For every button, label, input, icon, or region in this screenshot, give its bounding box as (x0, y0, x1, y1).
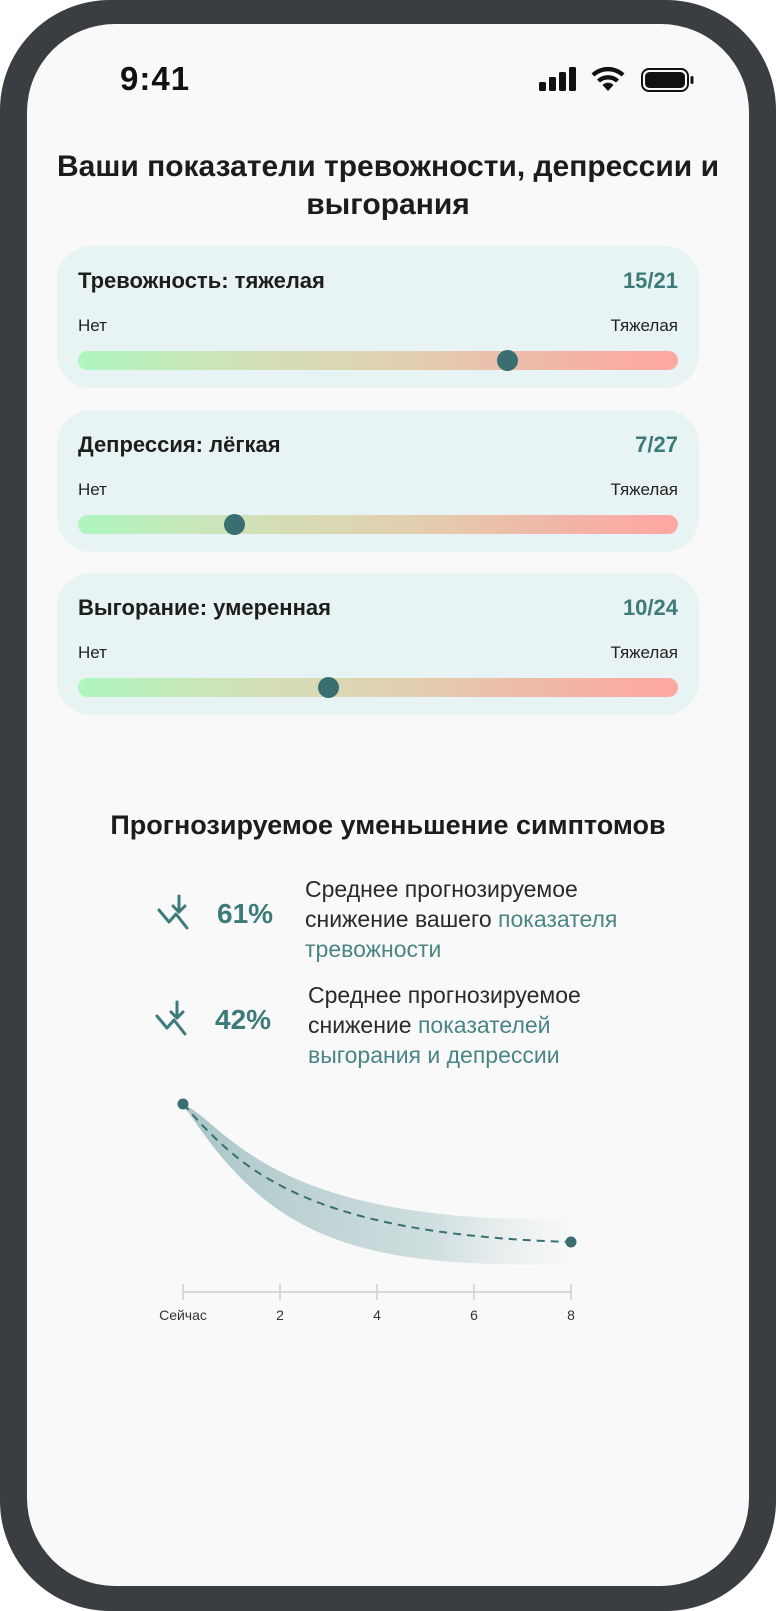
wifi-icon (591, 66, 625, 91)
forecast-start-point (177, 1098, 189, 1110)
scale-max-label: Тяжелая (610, 643, 678, 662)
x-axis-tick-label: 4 (373, 1307, 381, 1323)
x-axis-tick-label: 2 (276, 1307, 284, 1323)
score-card-value: 7/27 (635, 432, 678, 457)
page-title: Ваши показатели тревожности, депрессии и… (56, 150, 720, 221)
cellular-signal-icon (539, 67, 576, 91)
severity-bar (78, 515, 678, 534)
scale-min-label: Нет (78, 316, 107, 335)
severity-marker (496, 350, 518, 371)
phone-frame: 9:41 Ваши показатели тревожности, депрес… (0, 0, 776, 1611)
severity-bar (78, 351, 678, 370)
scale-max-label: Тяжелая (610, 316, 678, 335)
forecast-text: Среднее прогнозируемое снижение вашего п… (305, 874, 635, 964)
x-axis-tick-label: 6 (470, 1307, 478, 1323)
score-card-label: Депрессия: лёгкая (78, 432, 281, 457)
x-axis-tick-label: Сейчас (159, 1307, 207, 1323)
score-card-value: 15/21 (622, 268, 678, 293)
scale-min-label: Нет (78, 480, 107, 499)
battery-icon (641, 68, 694, 92)
severity-marker (318, 677, 339, 698)
status-time: 9:41 (120, 60, 191, 97)
forecast-percent: 61% (217, 898, 274, 929)
forecast-end-point (565, 1236, 577, 1248)
trending-down-icon (157, 894, 189, 930)
score-card-value: 10/24 (622, 595, 678, 620)
forecast-percent: 42% (215, 1004, 272, 1035)
screen: 9:41 Ваши показатели тревожности, депрес… (27, 24, 749, 1586)
score-card-label: Тревожность: тяжелая (78, 268, 325, 293)
scale-max-label: Тяжелая (610, 480, 678, 499)
trending-down-icon (155, 1000, 187, 1036)
score-card: Тревожность: тяжелая 15/21 Нет Тяжелая (57, 246, 699, 388)
score-card: Депрессия: лёгкая 7/27 Нет Тяжелая (57, 410, 699, 552)
forecast-chart: Сейчас 2 4 6 8 (159, 1098, 577, 1323)
score-card-label: Выгорание: умеренная (78, 595, 331, 620)
status-bar: 9:41 (27, 24, 749, 104)
scale-min-label: Нет (78, 643, 107, 662)
forecast-band (183, 1104, 567, 1265)
x-axis-tick-label: 8 (567, 1307, 575, 1323)
forecast-title: Прогнозируемое уменьшение симптомов (110, 810, 666, 840)
score-card: Выгорание: умеренная 10/24 Нет Тяжелая (57, 573, 699, 715)
severity-bar (78, 678, 678, 697)
severity-marker (223, 514, 245, 535)
forecast-text: Среднее прогнозируемое снижение показате… (308, 980, 638, 1070)
